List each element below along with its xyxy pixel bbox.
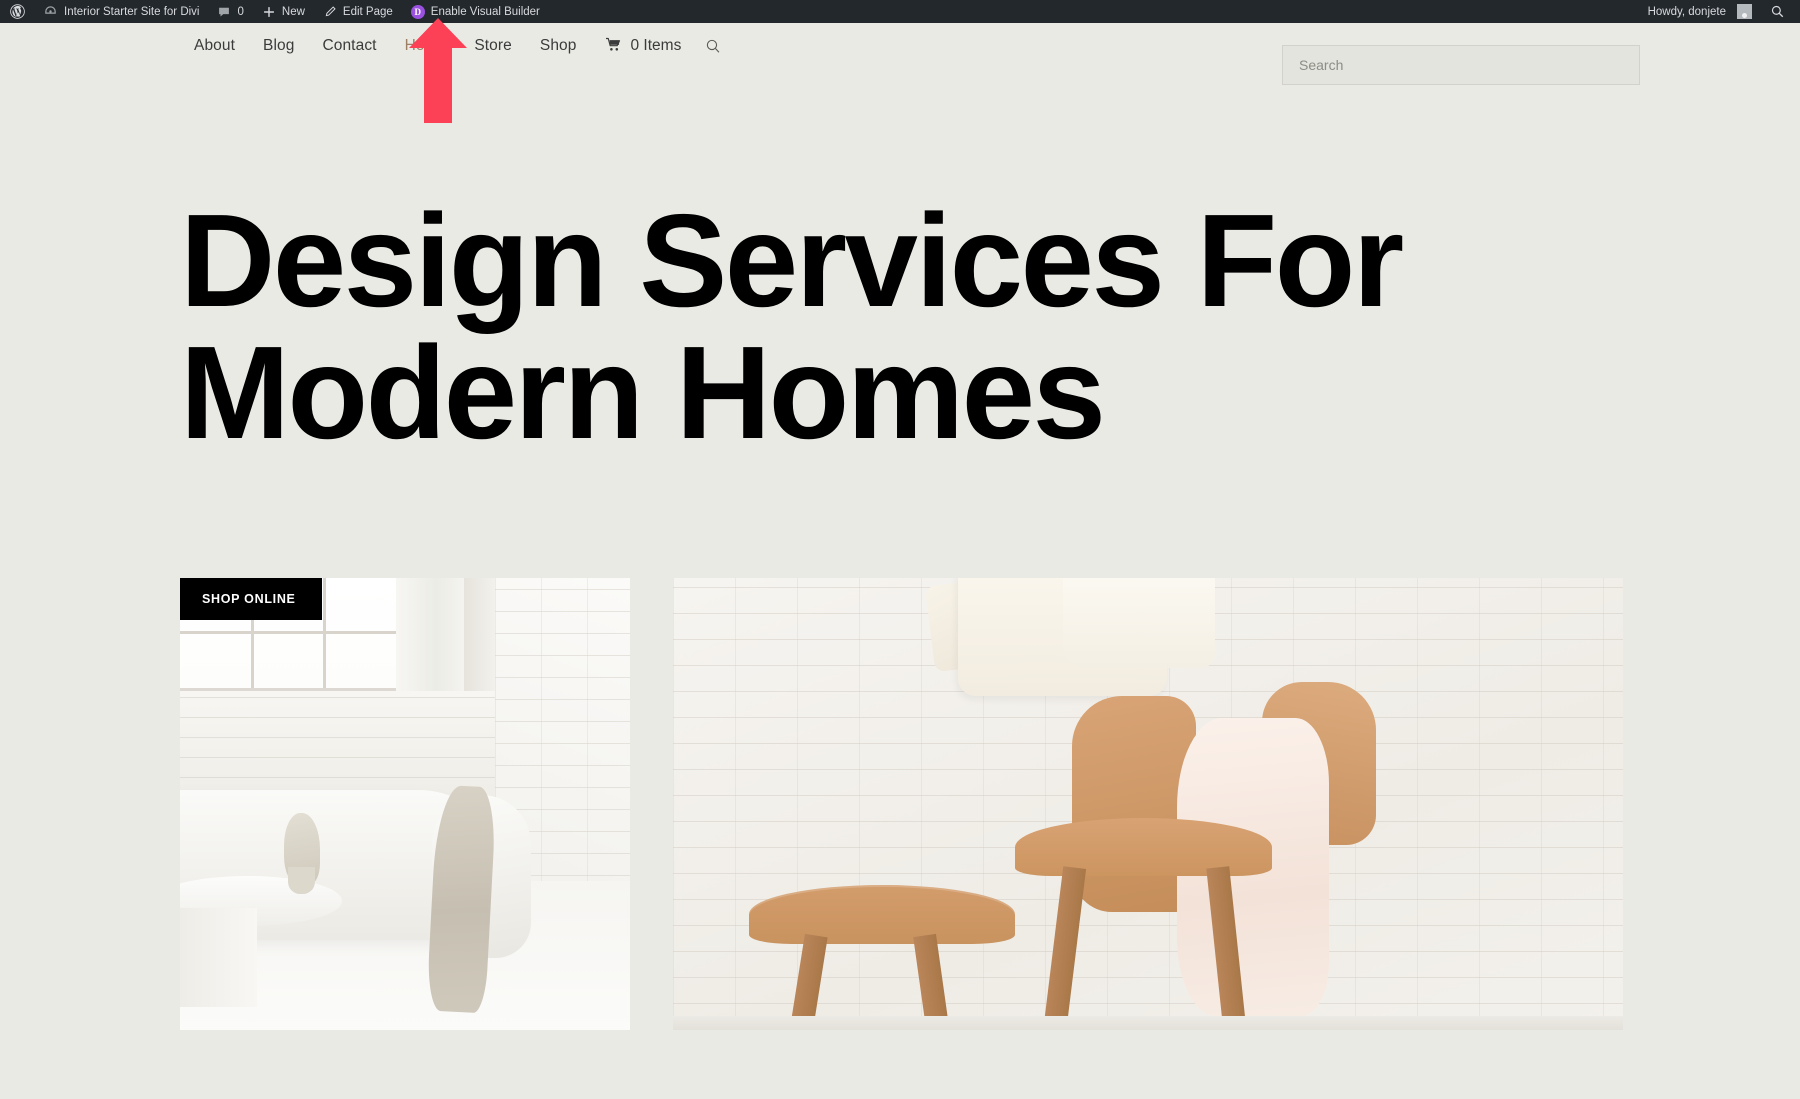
- page-title: Design Services For Modern Homes: [180, 195, 1600, 459]
- nav-link-blog[interactable]: Blog: [249, 37, 308, 55]
- comment-icon: [217, 5, 231, 19]
- site-dashboard-icon: [43, 4, 58, 19]
- search-icon: [1770, 4, 1785, 19]
- nav-link-home[interactable]: Home: [391, 37, 461, 55]
- leather-chairs-illustration: [673, 578, 1623, 1030]
- wordpress-logo-icon: [10, 4, 25, 19]
- admin-bar-right-group: Howdy, donjete: [1638, 0, 1800, 23]
- nav-link-store[interactable]: Store: [460, 37, 526, 55]
- primary-navigation: About Blog Contact Home Store Shop 0 Ite…: [180, 37, 722, 55]
- admin-bar-my-account-button[interactable]: Howdy, donjete: [1638, 0, 1761, 23]
- image-gallery: SHOP ONLINE: [180, 578, 1623, 1030]
- admin-bar-comments-button[interactable]: 0: [208, 0, 252, 23]
- shopping-cart-icon: [605, 37, 622, 55]
- admin-bar-wp-logo-button[interactable]: [0, 0, 34, 23]
- hero-title-line-2: Modern Homes: [180, 319, 1106, 466]
- admin-bar-howdy-label: Howdy, donjete: [1647, 5, 1726, 18]
- admin-bar-edit-page-button[interactable]: Edit Page: [314, 0, 402, 23]
- shop-online-badge[interactable]: SHOP ONLINE: [180, 578, 322, 620]
- admin-bar-left-group: Interior Starter Site for Divi 0 New Edi…: [0, 0, 549, 23]
- admin-bar-new-label: New: [281, 5, 305, 18]
- gallery-image-right[interactable]: [673, 578, 1623, 1030]
- search-input[interactable]: [1282, 45, 1640, 85]
- hero-section: Design Services For Modern Homes: [180, 195, 1600, 459]
- admin-bar-site-name-button[interactable]: Interior Starter Site for Divi: [34, 0, 208, 23]
- admin-bar-enable-visual-builder-button[interactable]: D Enable Visual Builder: [402, 0, 549, 23]
- header-search: [1282, 45, 1640, 85]
- nav-link-about[interactable]: About: [180, 37, 249, 55]
- nav-link-contact[interactable]: Contact: [308, 37, 390, 55]
- magnifier-icon[interactable]: [705, 38, 722, 55]
- cart-items-label: 0 Items: [630, 37, 682, 54]
- wp-admin-bar: Interior Starter Site for Divi 0 New Edi…: [0, 0, 1800, 23]
- loft-interior-illustration: [180, 578, 630, 1030]
- avatar: [1737, 4, 1752, 19]
- plus-icon: [262, 5, 276, 19]
- admin-bar-new-button[interactable]: New: [253, 0, 314, 23]
- admin-bar-visual-builder-label: Enable Visual Builder: [430, 5, 540, 18]
- admin-bar-site-name: Interior Starter Site for Divi: [64, 5, 200, 18]
- gallery-image-left[interactable]: SHOP ONLINE: [180, 578, 630, 1030]
- pencil-icon: [323, 5, 337, 19]
- comment-count: 0: [237, 5, 244, 18]
- admin-bar-search-button[interactable]: [1761, 0, 1794, 23]
- hero-title-line-1: Design Services For: [180, 187, 1404, 334]
- nav-link-shop[interactable]: Shop: [526, 37, 591, 55]
- admin-bar-edit-page-label: Edit Page: [342, 5, 393, 18]
- divi-icon: D: [410, 4, 425, 19]
- site-header: About Blog Contact Home Store Shop 0 Ite…: [0, 23, 1800, 95]
- cart-summary[interactable]: 0 Items: [591, 37, 696, 55]
